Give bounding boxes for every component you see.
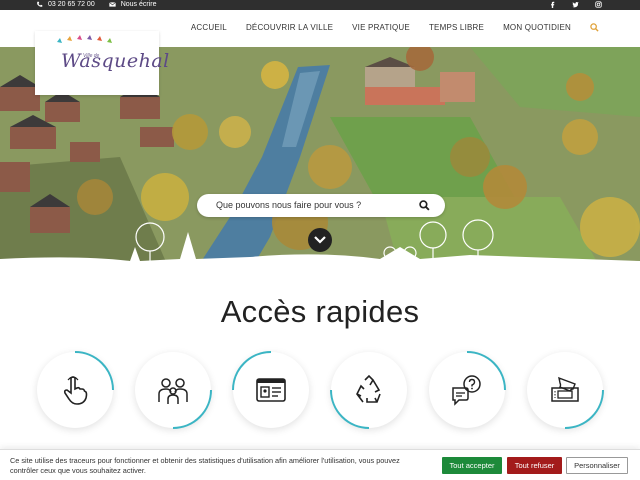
logo-name: Wasquehal	[61, 50, 170, 72]
tickets-icon	[551, 376, 579, 402]
site-logo[interactable]: Ville de Wasquehal	[35, 31, 169, 95]
twitter-icon[interactable]	[572, 1, 579, 8]
quick-access-tile[interactable]	[232, 351, 309, 428]
cookie-message: Ce site utilise des traceurs pour foncti…	[10, 456, 400, 475]
recycle-icon	[356, 374, 381, 403]
quick-access-tile[interactable]	[37, 351, 114, 428]
write-us-link[interactable]: Nous écrire	[108, 1, 157, 8]
nav-item-mon-quotidien[interactable]: MON QUOTIDIEN	[503, 23, 571, 34]
quick-access-tiles	[0, 351, 640, 442]
id-card-icon	[256, 378, 286, 402]
search-icon[interactable]	[419, 200, 430, 211]
facebook-icon[interactable]	[549, 1, 556, 8]
site-search-bar[interactable]: Que pouvons nous faire pour vous ?	[197, 194, 445, 217]
chevron-down-icon	[314, 236, 326, 244]
search-placeholder: Que pouvons nous faire pour vous ?	[216, 200, 362, 210]
quick-access-tile[interactable]	[330, 352, 407, 429]
cookie-banner: Ce site utilise des traceurs pour foncti…	[0, 449, 640, 480]
quick-access-tile[interactable]	[527, 352, 604, 429]
nav-item-vie-pratique[interactable]: VIE PRATIQUE	[352, 23, 410, 34]
logo-emblem	[57, 35, 112, 43]
scroll-down-button[interactable]	[308, 228, 332, 252]
pointer-hand-icon	[63, 376, 88, 405]
search-icon[interactable]	[590, 23, 599, 32]
quick-access-tile[interactable]	[429, 351, 506, 428]
accept-all-button[interactable]: Tout accepter	[442, 457, 502, 474]
write-us-label: Nous écrire	[120, 1, 157, 8]
top-bar: 03 20 65 72 00 Nous écrire	[0, 0, 640, 10]
phone-link[interactable]: 03 20 65 72 00	[36, 1, 95, 8]
quick-access-tile[interactable]	[135, 352, 212, 429]
envelope-icon	[108, 2, 116, 7]
family-icon	[158, 378, 188, 404]
phone-icon	[37, 1, 43, 7]
phone-number: 03 20 65 72 00	[48, 1, 95, 8]
quick-access-title: Accès rapides	[220, 294, 420, 329]
nav-item-accueil[interactable]: ACCUEIL	[191, 23, 227, 34]
refuse-all-button[interactable]: Tout refuser	[507, 457, 562, 474]
question-chat-icon	[452, 375, 481, 406]
nav-item-temps-libre[interactable]: TEMPS LIBRE	[429, 23, 484, 34]
nav-search[interactable]	[590, 23, 600, 34]
nav-item-decouvrir[interactable]: DÉCOUVRIR LA VILLE	[246, 23, 333, 34]
customize-button[interactable]: Personnaliser	[566, 457, 628, 474]
instagram-icon[interactable]	[595, 1, 602, 8]
